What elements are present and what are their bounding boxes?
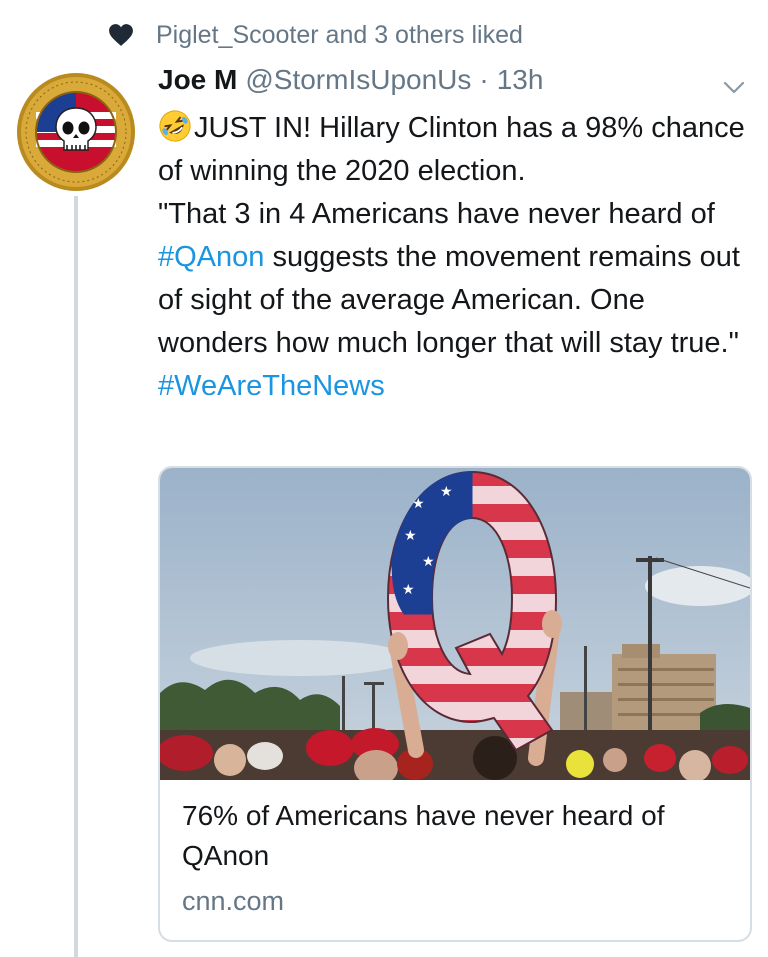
svg-text:★: ★	[422, 554, 435, 570]
card-text: 76% of Americans have never heard of QAn…	[160, 780, 750, 917]
hashtag-qanon-link[interactable]: #QAnon	[158, 241, 264, 273]
header-separator: ·	[479, 64, 489, 95]
chevron-down-icon[interactable]	[722, 80, 746, 96]
social-context: Piglet_Scooter and 3 others liked	[108, 18, 523, 52]
link-preview-card[interactable]: ★ ★ ★ ★ ★ 76% of Americans have never he…	[158, 466, 752, 942]
tweet-text: JUST IN! Hillary Clinton has a 98% chanc…	[158, 107, 754, 408]
svg-text:★: ★	[402, 582, 415, 598]
hashtag-wearethenews-link[interactable]: #WeAreTheNews	[158, 370, 385, 402]
svg-text:★: ★	[412, 496, 425, 512]
display-name[interactable]: Joe M	[158, 64, 237, 96]
tweet-header: Joe M @StormIsUponUs · 13h	[158, 64, 754, 108]
skull-flag-emblem-avatar[interactable]	[16, 72, 136, 192]
thread-connector-line	[74, 196, 78, 957]
tweet-line-1-text: JUST IN! Hillary Clinton has a 98% chanc…	[158, 112, 745, 187]
quote-text-before: "That 3 in 4 Americans have never heard …	[158, 198, 715, 230]
tweet-quote: "That 3 in 4 Americans have never heard …	[158, 193, 754, 365]
tweet-timestamp[interactable]: 13h	[497, 64, 544, 96]
liked-by-text[interactable]: Piglet_Scooter and 3 others liked	[156, 21, 523, 50]
user-handle[interactable]: @StormIsUponUs	[245, 64, 471, 96]
flag-q-sign-rally-photo[interactable]: ★ ★ ★ ★ ★	[160, 468, 750, 780]
tweet[interactable]: Joe M @StormIsUponUs · 13h JUST IN! Hill…	[158, 64, 754, 408]
card-title: 76% of Americans have never heard of QAn…	[182, 800, 665, 871]
heart-icon	[109, 24, 133, 46]
svg-text:★: ★	[404, 528, 417, 544]
card-domain: cnn.com	[182, 886, 285, 916]
rolling-on-floor-laughing-emoji	[159, 110, 191, 142]
svg-text:★: ★	[440, 484, 453, 500]
tweet-line-1: JUST IN! Hillary Clinton has a 98% chanc…	[158, 107, 754, 193]
